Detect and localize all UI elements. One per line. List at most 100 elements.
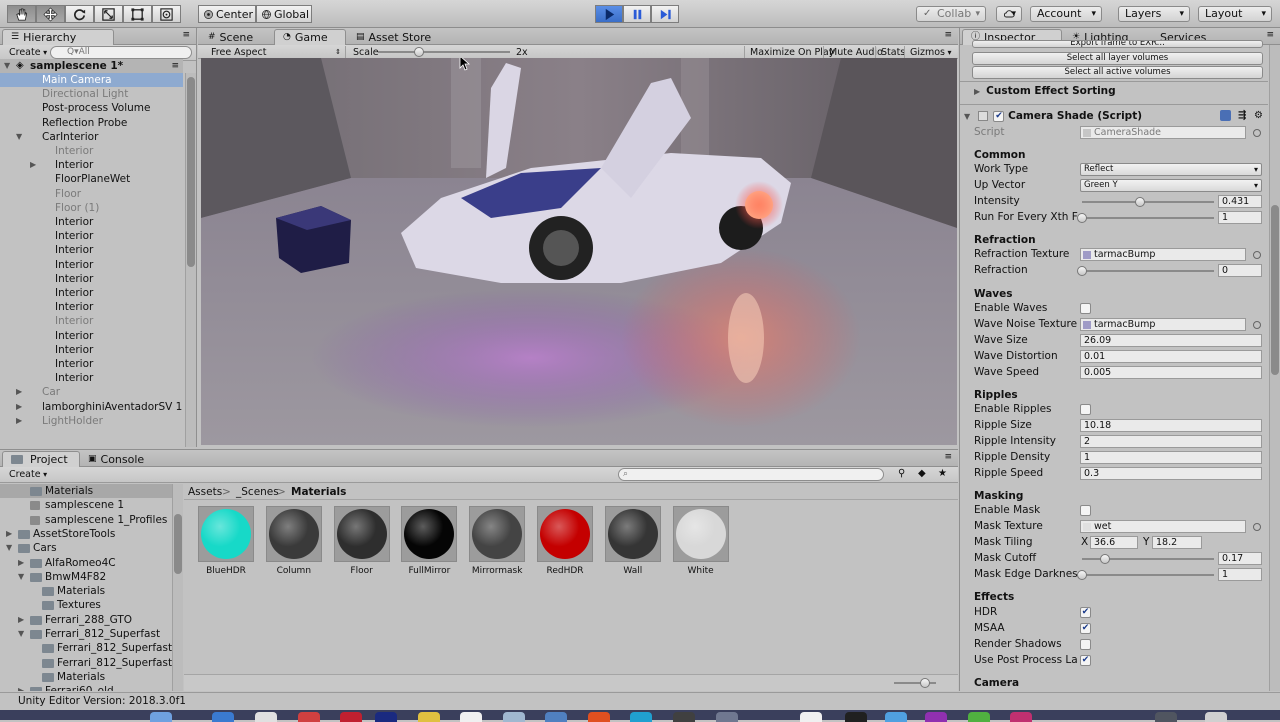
hierarchy-item[interactable]: Interior: [0, 343, 183, 357]
space-global-button[interactable]: Global: [256, 5, 312, 23]
filter-by-type-icon[interactable]: ⚲: [898, 468, 905, 479]
inspector-scrollbar[interactable]: [1269, 45, 1280, 691]
project-tree-item[interactable]: Materials: [0, 584, 172, 598]
hierarchy-item[interactable]: Interior: [0, 300, 183, 314]
dock-app-icon[interactable]: [340, 712, 362, 722]
run-every-frame-field[interactable]: 1: [1218, 211, 1262, 224]
favorite-star-icon[interactable]: ★: [938, 468, 947, 479]
dock-app-icon[interactable]: [503, 712, 525, 722]
hierarchy-item[interactable]: Interior: [0, 243, 183, 257]
project-tree-scroll-thumb[interactable]: [174, 514, 182, 574]
project-tree-item[interactable]: ▶ Ferrari_288_GTO: [0, 613, 172, 627]
inspector-scroll-thumb[interactable]: [1271, 205, 1279, 375]
layout-dropdown[interactable]: Layout: [1198, 6, 1272, 22]
refraction-slider[interactable]: [1077, 265, 1214, 277]
hierarchy-item[interactable]: Interior: [0, 229, 183, 243]
project-tree-item[interactable]: Materials: [0, 670, 172, 684]
wave-distortion-field[interactable]: 0.01: [1080, 350, 1262, 363]
cloud-button[interactable]: [996, 6, 1022, 22]
msaa-checkbox[interactable]: ✔: [1080, 623, 1091, 634]
hierarchy-item[interactable]: Interior: [0, 144, 183, 158]
hierarchy-item[interactable]: Interior: [0, 272, 183, 286]
material-asset[interactable]: BlueHDR: [198, 506, 254, 576]
project-tree-item[interactable]: Materials: [0, 484, 172, 498]
material-asset[interactable]: Wall: [604, 506, 661, 576]
mask-tiling-y-field[interactable]: 18.2: [1152, 536, 1202, 549]
project-tree-item[interactable]: ▶ AssetStoreTools: [0, 527, 172, 541]
scale-slider[interactable]: [378, 47, 510, 57]
game-viewport[interactable]: [201, 58, 957, 445]
dock-app-icon[interactable]: [460, 712, 482, 722]
dock-app-icon[interactable]: [1205, 712, 1227, 722]
dock-app-icon[interactable]: [150, 712, 172, 722]
dock-app-icon[interactable]: [925, 712, 947, 722]
tab-project[interactable]: Project: [2, 451, 80, 467]
intensity-slider[interactable]: [1080, 196, 1214, 208]
step-button[interactable]: [651, 5, 679, 23]
enable-waves-checkbox[interactable]: [1080, 303, 1091, 314]
scale-tool-button[interactable]: [94, 5, 123, 23]
hierarchy-create-button[interactable]: Create: [4, 46, 52, 59]
dock-app-icon[interactable]: [800, 712, 822, 722]
scale-slider-knob[interactable]: [414, 47, 424, 57]
slider-knob[interactable]: [1077, 266, 1087, 276]
hierarchy-item[interactable]: Directional Light: [0, 87, 183, 101]
expand-arrow-icon[interactable]: ▶: [30, 158, 36, 172]
expand-arrow-icon[interactable]: ▶: [16, 414, 22, 428]
collapse-arrow-icon[interactable]: ▼: [16, 130, 22, 144]
breadcrumb-materials[interactable]: Materials: [291, 484, 346, 500]
hierarchy-item[interactable]: ▶ lamborghiniAventadorSV 1: [0, 400, 183, 414]
hierarchy-item[interactable]: Interior: [0, 258, 183, 272]
project-panel-menu-icon[interactable]: ≡: [944, 452, 952, 462]
project-tree-item[interactable]: ▶ AlfaRomeo4C: [0, 556, 172, 570]
render-shadows-checkbox[interactable]: [1080, 639, 1091, 650]
tab-hierarchy[interactable]: ☰ Hierarchy: [2, 29, 114, 45]
mask-edge-darkness-field[interactable]: 1: [1218, 568, 1262, 581]
material-asset[interactable]: RedHDR: [537, 506, 593, 576]
ripple-size-field[interactable]: 10.18: [1080, 419, 1262, 432]
hierarchy-item[interactable]: Interior: [0, 286, 183, 300]
enable-ripples-checkbox[interactable]: [1080, 404, 1091, 415]
slider-knob[interactable]: [1077, 213, 1087, 223]
custom-effect-sorting-foldout[interactable]: ▶ Custom Effect Sorting: [974, 83, 1116, 99]
hierarchy-item[interactable]: Floor (1): [0, 201, 183, 215]
hierarchy-item[interactable]: ▶ LightHolder: [0, 414, 183, 428]
object-picker-icon[interactable]: [1253, 523, 1261, 531]
select-all-active-volumes-button[interactable]: Select all active volumes: [972, 66, 1263, 79]
expand-arrow-icon[interactable]: ▶: [18, 556, 24, 570]
collapse-arrow-icon[interactable]: ▼: [18, 627, 24, 641]
hierarchy-item[interactable]: ▶ Car: [0, 385, 183, 399]
tab-asset-store[interactable]: ▤ Asset Store: [348, 29, 439, 45]
dock-app-icon[interactable]: [255, 712, 277, 722]
move-tool-button[interactable]: [36, 5, 65, 23]
expand-arrow-icon[interactable]: ▶: [18, 613, 24, 627]
hierarchy-item[interactable]: FloorPlaneWet: [0, 172, 183, 186]
expand-arrow-icon[interactable]: ▶: [16, 400, 22, 414]
slider-knob[interactable]: [1077, 570, 1087, 580]
dock-app-icon[interactable]: [212, 712, 234, 722]
object-picker-icon[interactable]: [1253, 251, 1261, 259]
transform-tool-button[interactable]: [152, 5, 181, 23]
mask-cutoff-field[interactable]: 0.17: [1218, 552, 1262, 565]
dock-app-icon[interactable]: [418, 712, 440, 722]
hierarchy-item[interactable]: ▶ Interior: [0, 158, 183, 172]
hierarchy-item[interactable]: Post-process Volume: [0, 101, 183, 115]
object-picker-icon[interactable]: [1253, 321, 1261, 329]
gear-icon[interactable]: ⚙: [1254, 108, 1263, 124]
project-tree-item[interactable]: ▼ BmwM4F82: [0, 570, 172, 584]
expand-arrow-icon[interactable]: ▶: [6, 527, 12, 541]
mask-edge-darkness-slider[interactable]: [1077, 569, 1214, 581]
rotate-tool-button[interactable]: [65, 5, 94, 23]
hierarchy-item[interactable]: Interior: [0, 371, 183, 385]
mask-cutoff-slider[interactable]: [1080, 553, 1214, 565]
post-process-checkbox[interactable]: ✔: [1080, 655, 1091, 666]
wave-speed-field[interactable]: 0.005: [1080, 366, 1262, 379]
expand-arrow-icon[interactable]: ▶: [16, 385, 22, 399]
project-tree-item[interactable]: samplescene 1: [0, 498, 172, 512]
refraction-texture-field[interactable]: tarmacBump: [1080, 248, 1246, 261]
dock-app-icon[interactable]: [673, 712, 695, 722]
hand-tool-button[interactable]: [7, 5, 36, 23]
wave-size-field[interactable]: 26.09: [1080, 334, 1262, 347]
preset-icon[interactable]: ⇶: [1238, 108, 1246, 124]
camera-shade-component-header[interactable]: ▼ ✔ Camera Shade (Script) ⇶ ⚙: [964, 108, 1264, 124]
